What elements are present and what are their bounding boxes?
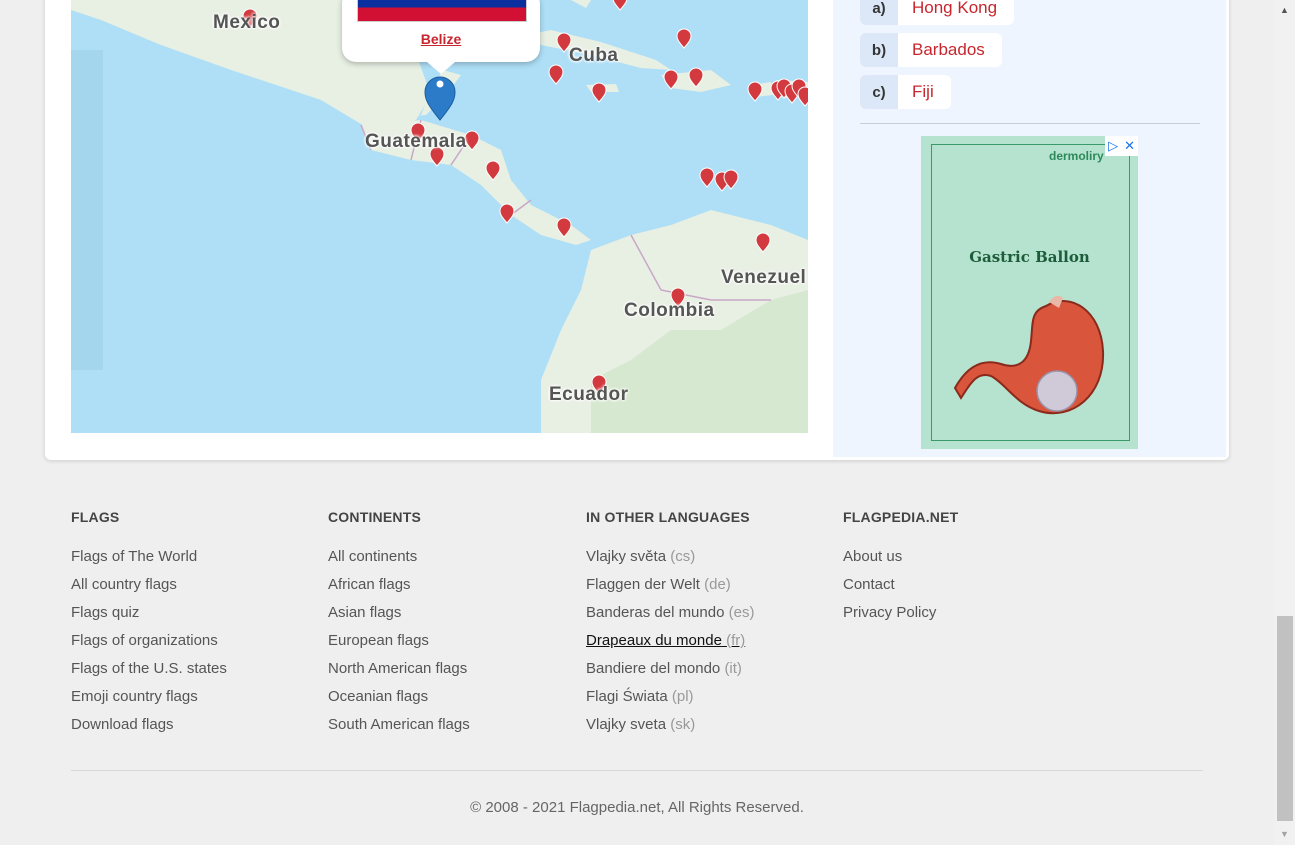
footer-link-de[interactable]: Flaggen der Welt (de) <box>586 576 754 604</box>
footer-col-flags: FLAGS Flags of The World All country fla… <box>71 509 227 744</box>
language-code: (sk) <box>670 716 696 733</box>
language-code: (fr) <box>726 632 746 649</box>
answer-letter: b) <box>860 33 898 67</box>
answer-letter: a) <box>860 0 898 25</box>
scrollbar[interactable]: ▲ ▼ <box>1274 0 1295 845</box>
footer-link-cs[interactable]: Vlajky světa (cs) <box>586 548 754 576</box>
scroll-down-arrow-icon[interactable]: ▼ <box>1274 826 1295 843</box>
popup-country-link[interactable]: Belize <box>342 31 540 47</box>
link-label: Flagi Świata <box>586 688 668 705</box>
map-label-ecuador: Ecuador <box>549 384 629 405</box>
popup-flag-image <box>357 0 527 22</box>
ad-controls: ▷ ✕ <box>1105 136 1138 156</box>
footer-link[interactable]: Contact <box>843 576 958 604</box>
map-label-cuba: Cuba <box>569 45 619 66</box>
map-label-venezuela: Venezuel <box>721 267 807 288</box>
footer-link[interactable]: All continents <box>328 548 470 576</box>
map-label-mexico: Mexico <box>213 12 281 33</box>
link-label: Banderas del mundo <box>586 604 725 621</box>
footer-heading: IN OTHER LANGUAGES <box>586 509 750 525</box>
answer-letter: c) <box>860 75 898 109</box>
footer-col-languages: IN OTHER LANGUAGES Vlajky světa (cs) Fla… <box>586 509 754 744</box>
footer-link[interactable]: Flags of The World <box>71 548 227 576</box>
copyright: © 2008 - 2021 Flagpedia.net, All Rights … <box>470 799 804 816</box>
footer-link[interactable]: Emoji country flags <box>71 688 227 716</box>
footer-heading: FLAGPEDIA.NET <box>843 509 959 525</box>
link-label: Drapeaux du monde <box>586 632 722 649</box>
advertisement[interactable]: dermoliry Gastric Ballon ▷ ✕ <box>921 136 1138 449</box>
answer-name: Hong Kong <box>912 0 998 17</box>
footer-link-it[interactable]: Bandiere del mondo (it) <box>586 660 754 688</box>
footer-link[interactable]: Flags of the U.S. states <box>71 660 227 688</box>
answer-name: Fiji <box>912 82 934 101</box>
footer-link[interactable]: Flags quiz <box>71 604 227 632</box>
footer-divider <box>71 770 1203 771</box>
sidebar-divider <box>860 123 1200 124</box>
link-label: Flaggen der Welt <box>586 576 700 593</box>
footer-heading: FLAGS <box>71 509 120 525</box>
footer-link[interactable]: Privacy Policy <box>843 604 958 632</box>
answer-option-b[interactable]: b) Barbados <box>860 33 1002 67</box>
language-code: (es) <box>728 604 755 621</box>
language-code: (it) <box>724 660 742 677</box>
footer-col-continents: CONTINENTS All continents African flags … <box>328 509 470 744</box>
scroll-up-arrow-icon[interactable]: ▲ <box>1274 2 1295 19</box>
link-label: Vlajky sveta <box>586 716 667 733</box>
language-code: (cs) <box>670 548 696 565</box>
answer-option-c[interactable]: c) Fiji <box>860 75 951 109</box>
map-label-guatemala: Guatemala <box>365 131 467 152</box>
footer-link[interactable]: South American flags <box>328 716 470 744</box>
footer-link[interactable]: Oceanian flags <box>328 688 470 716</box>
link-label: Vlajky světa <box>586 548 667 565</box>
footer-link-pl[interactable]: Flagi Świata (pl) <box>586 688 754 716</box>
footer-link[interactable]: All country flags <box>71 576 227 604</box>
answer-option-a[interactable]: a) Hong Kong <box>860 0 1015 25</box>
language-code: (pl) <box>671 688 694 705</box>
footer-link[interactable]: North American flags <box>328 660 470 688</box>
map-label-colombia: Colombia <box>624 300 715 321</box>
footer-link[interactable]: About us <box>843 548 958 576</box>
footer-link-es[interactable]: Banderas del mundo (es) <box>586 604 754 632</box>
stomach-illustration <box>953 295 1105 415</box>
footer-link-fr[interactable]: Drapeaux du monde (fr) <box>586 632 754 660</box>
map-popup: Belize <box>342 0 540 74</box>
language-code: (de) <box>704 576 731 593</box>
footer-link[interactable]: Asian flags <box>328 604 470 632</box>
answer-name: Barbados <box>912 40 985 59</box>
footer-link[interactable]: European flags <box>328 632 470 660</box>
close-icon[interactable]: ✕ <box>1124 138 1135 154</box>
scrollbar-thumb[interactable] <box>1277 616 1293 821</box>
play-triangle-icon[interactable]: ▷ <box>1108 138 1118 154</box>
footer-link[interactable]: Flags of organizations <box>71 632 227 660</box>
footer-link[interactable]: Download flags <box>71 716 227 744</box>
footer-heading: CONTINENTS <box>328 509 421 525</box>
footer-link-sk[interactable]: Vlajky sveta (sk) <box>586 716 754 744</box>
link-label: Bandiere del mondo <box>586 660 721 677</box>
footer-link[interactable]: African flags <box>328 576 470 604</box>
footer-col-flagpedia: FLAGPEDIA.NET About us Contact Privacy P… <box>843 509 958 632</box>
